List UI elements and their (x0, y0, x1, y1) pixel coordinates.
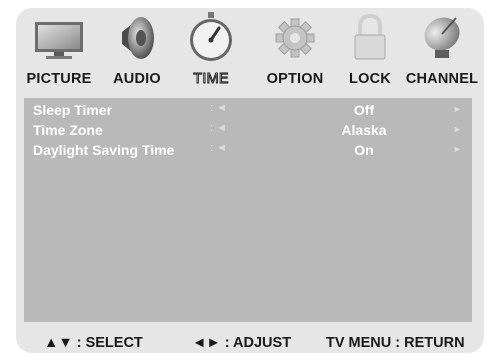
setting-name: Daylight Saving Time (33, 142, 175, 158)
stopwatch-icon (190, 12, 232, 61)
padlock-icon (354, 13, 386, 60)
monitor-icon (35, 22, 83, 59)
key-hint-bar: ▲▼ : SELECT ◄► : ADJUST TV MENU : RETURN (16, 334, 484, 353)
setting-value: Off (353, 102, 375, 118)
increase-arrow-icon[interactable]: ► (453, 124, 462, 134)
adjust-hint: ◄► : ADJUST (192, 335, 292, 351)
setting-row-sleep-timer[interactable]: Sleep Timer : ◄ Off ► (24, 100, 472, 120)
satellite-dish-icon (424, 17, 460, 58)
tab-label: AUDIO (113, 71, 161, 87)
setting-value: Alaska (341, 122, 387, 138)
tab-audio[interactable]: AUDIO (102, 8, 172, 96)
setting-name: Time Zone (33, 122, 103, 138)
tab-lock[interactable]: LOCK (340, 8, 400, 96)
return-hint: TV MENU : RETURN (326, 335, 465, 351)
setting-row-daylight-saving-time[interactable]: Daylight Saving Time : ◄ On ► (24, 140, 472, 160)
speaker-icon (122, 17, 154, 59)
tab-time[interactable]: TIME (172, 8, 250, 96)
setting-value: On (354, 142, 374, 158)
tab-label: TIME (193, 71, 229, 88)
tab-option[interactable]: OPTION (250, 8, 340, 96)
decrease-arrow-icon[interactable]: : ◄ (210, 142, 227, 154)
tab-label: LOCK (349, 71, 391, 87)
setting-row-time-zone[interactable]: Time Zone : ◄ Alaska ► (24, 120, 472, 140)
setting-name: Sleep Timer (33, 102, 113, 118)
tab-picture[interactable]: PICTURE (16, 8, 102, 96)
increase-arrow-icon[interactable]: ► (453, 144, 462, 154)
increase-arrow-icon[interactable]: ► (453, 104, 462, 114)
gear-icon (275, 18, 315, 58)
decrease-arrow-icon[interactable]: : ◄ (210, 122, 227, 134)
tab-label: CHANNEL (405, 71, 479, 87)
tab-label: OPTION (266, 71, 324, 87)
tab-channel[interactable]: CHANNEL (400, 8, 484, 96)
tv-osd-menu: PICTURE AUDIO TIME OPTION LOCK CHANNEL S… (16, 8, 484, 353)
decrease-arrow-icon[interactable]: : ◄ (210, 102, 227, 114)
select-hint: ▲▼ : SELECT (44, 335, 143, 351)
tab-label: PICTURE (26, 71, 92, 87)
menu-tab-bar: PICTURE AUDIO TIME OPTION LOCK CHANNEL (16, 8, 484, 96)
settings-panel: Sleep Timer : ◄ Off ► Time Zone : ◄ Alas… (24, 98, 472, 322)
